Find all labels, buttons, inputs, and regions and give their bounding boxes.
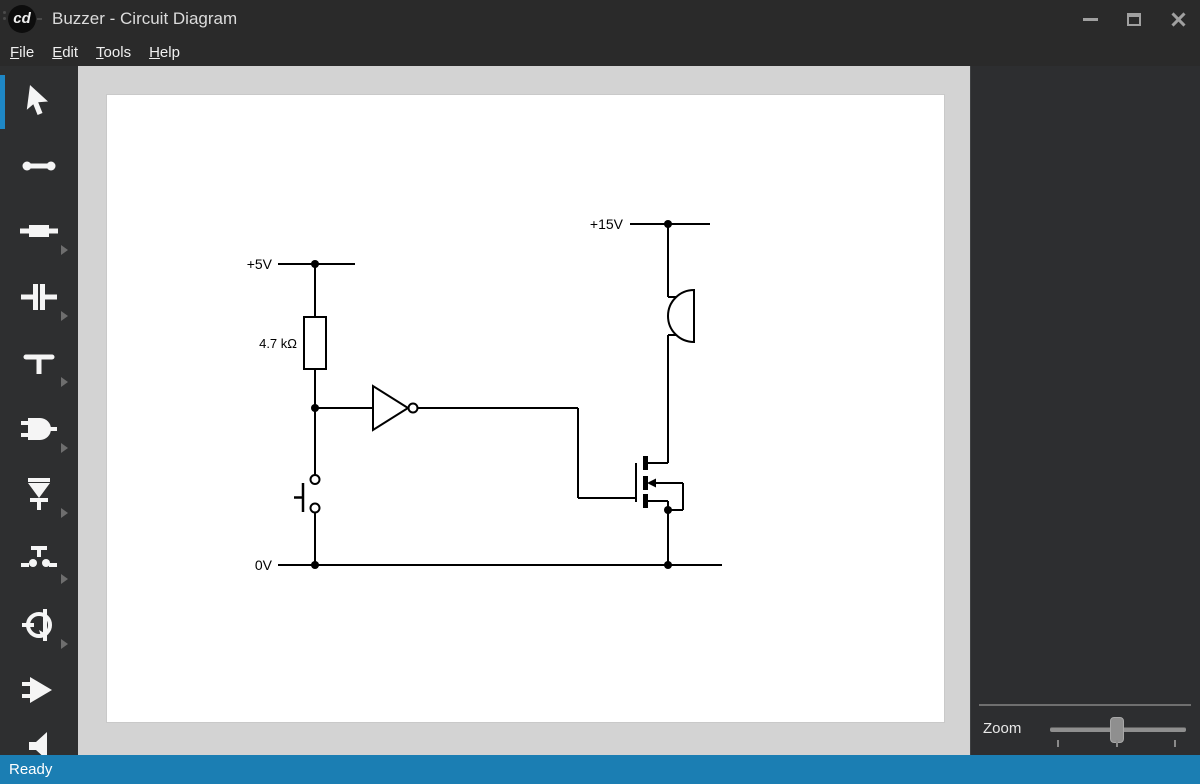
main-area: +5V 4.7 kΩ — [0, 66, 1200, 755]
flyout-arrow-icon[interactable] — [61, 311, 68, 321]
menu-tools[interactable]: Tools — [87, 41, 140, 64]
app-window: cd Buzzer - Circuit Diagram File Edit To… — [0, 0, 1200, 784]
transistor-icon — [19, 605, 59, 645]
op-amp-icon — [19, 670, 59, 710]
not-gate-component[interactable] — [311, 386, 636, 498]
flyout-arrow-icon[interactable] — [61, 443, 68, 453]
tool-push-switch[interactable] — [0, 532, 78, 588]
menu-bar: File Edit Tools Help — [0, 38, 1200, 66]
tool-select[interactable] — [0, 74, 78, 130]
push-switch-icon — [19, 540, 59, 580]
zoom-tick — [1116, 740, 1118, 747]
and-gate-icon — [19, 409, 59, 449]
mosfet-component[interactable] — [636, 456, 683, 565]
properties-panel: Zoom — [970, 66, 1200, 755]
cursor-icon — [19, 82, 59, 122]
resistor-component[interactable]: 4.7 kΩ — [259, 264, 326, 408]
flyout-arrow-icon[interactable] — [61, 639, 68, 649]
zoom-tick — [1174, 740, 1176, 747]
canvas-area[interactable]: +5V 4.7 kΩ — [78, 66, 970, 755]
tool-ground[interactable] — [0, 335, 78, 391]
menu-file[interactable]: File — [1, 41, 43, 64]
menu-edit[interactable]: Edit — [43, 41, 87, 64]
minimize-icon — [1083, 18, 1098, 21]
tool-wire[interactable] — [0, 138, 78, 194]
label-15v: +15V — [590, 216, 624, 232]
push-button-component[interactable] — [294, 408, 320, 565]
tool-logic-gate[interactable] — [0, 401, 78, 457]
maximize-icon — [1127, 13, 1141, 26]
tool-diode[interactable] — [0, 466, 78, 522]
window-title: Buzzer - Circuit Diagram — [52, 9, 237, 29]
flyout-arrow-icon[interactable] — [61, 508, 68, 518]
tool-sidebar — [0, 66, 78, 755]
wire-icon — [19, 146, 59, 186]
label-0v: 0V — [255, 557, 273, 573]
close-button[interactable] — [1156, 0, 1200, 38]
capacitor-icon — [19, 277, 59, 317]
title-bar: cd Buzzer - Circuit Diagram — [0, 0, 1200, 38]
power-rail-5v[interactable]: +5V — [247, 256, 355, 272]
app-logo-icon: cd — [8, 5, 36, 33]
flyout-arrow-icon[interactable] — [61, 245, 68, 255]
ground-icon — [19, 343, 59, 383]
resistor-icon — [19, 211, 59, 251]
buzzer-component[interactable] — [668, 224, 694, 463]
close-icon — [1171, 12, 1186, 27]
zoom-tick — [1057, 740, 1059, 747]
window-controls — [1068, 0, 1200, 38]
tool-resistor[interactable] — [0, 203, 78, 259]
document-page[interactable]: +5V 4.7 kΩ — [106, 94, 945, 723]
tool-capacitor[interactable] — [0, 269, 78, 325]
panel-divider — [979, 704, 1191, 706]
status-bar: Ready — [0, 755, 1200, 784]
minimize-button[interactable] — [1068, 0, 1112, 38]
menu-help[interactable]: Help — [140, 41, 189, 64]
label-5v: +5V — [247, 256, 273, 272]
tool-speaker[interactable] — [0, 720, 78, 755]
tool-op-amp[interactable] — [0, 662, 78, 718]
tool-transistor[interactable] — [0, 597, 78, 653]
label-resistor-value: 4.7 kΩ — [259, 336, 297, 351]
flyout-arrow-icon[interactable] — [61, 574, 68, 584]
circuit-diagram: +5V 4.7 kΩ — [106, 94, 945, 723]
diode-icon — [19, 474, 59, 514]
maximize-button[interactable] — [1112, 0, 1156, 38]
ground-rail-0v[interactable]: 0V — [255, 557, 722, 573]
speaker-icon — [19, 728, 59, 755]
status-text: Ready — [9, 761, 52, 778]
power-rail-15v[interactable]: +15V — [590, 216, 710, 232]
flyout-arrow-icon[interactable] — [61, 377, 68, 387]
zoom-label: Zoom — [983, 720, 1021, 737]
